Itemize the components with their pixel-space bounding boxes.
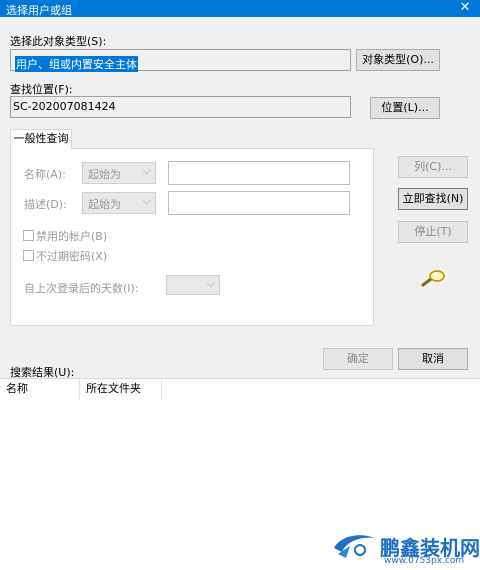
disabled-accounts-checkbox[interactable]	[23, 230, 34, 241]
object-type-label: 选择此对象类型(S):	[10, 35, 107, 48]
object-type-value: 用户、组或内置安全主体	[15, 56, 138, 72]
days-since-logon-combo[interactable]: ⌵	[166, 275, 220, 295]
locations-button[interactable]: 位置(L)...	[370, 97, 440, 119]
general-query-panel: 名称(A): 起始为 ⌵ 描述(D): 起始为 ⌵ 禁用的帐户(B) 不过期密码…	[10, 148, 374, 326]
chevron-down-icon: ⌵	[206, 277, 215, 290]
find-now-button[interactable]: 立即查找(N)	[398, 188, 468, 210]
chevron-down-icon: ⌵	[142, 194, 151, 207]
watermark-logo	[330, 528, 378, 565]
non-expiring-password-label: 不过期密码(X)	[36, 250, 108, 263]
name-match-value: 起始为	[88, 168, 121, 181]
description-match-combo[interactable]: 起始为 ⌵	[82, 192, 156, 214]
title-bar: 选择用户或组 ✕	[0, 0, 480, 17]
window-title: 选择用户或组	[6, 4, 72, 17]
watermark-url: www.0753px.com	[384, 556, 465, 566]
description-match-value: 起始为	[88, 198, 121, 211]
name-match-combo[interactable]: 起始为 ⌵	[82, 162, 156, 184]
disabled-accounts-label: 禁用的帐户(B)	[36, 230, 108, 243]
object-type-field: 用户、组或内置安全主体	[10, 49, 351, 72]
name-input[interactable]	[168, 161, 350, 185]
column-header-folder[interactable]: 所在文件夹	[80, 379, 162, 401]
chevron-down-icon: ⌵	[142, 164, 151, 177]
search-icon	[421, 270, 445, 287]
non-expiring-password-checkbox[interactable]	[23, 250, 34, 261]
columns-button[interactable]: 列(C)...	[398, 156, 468, 178]
days-since-logon-label: 自上次登录后的天数(I):	[24, 282, 139, 295]
ok-button[interactable]: 确定	[323, 348, 393, 370]
column-header-name[interactable]: 名称	[0, 379, 80, 401]
tab-general-query[interactable]: 一般性查询	[10, 129, 72, 149]
object-types-button[interactable]: 对象类型(O)...	[356, 49, 440, 71]
close-icon[interactable]: ✕	[450, 0, 480, 17]
description-label: 描述(D):	[24, 198, 67, 211]
description-input[interactable]	[168, 191, 350, 215]
name-label: 名称(A):	[24, 168, 66, 181]
location-value: SC-202007081424	[13, 100, 116, 113]
location-label: 查找位置(F):	[10, 83, 73, 96]
cancel-button[interactable]: 取消	[398, 348, 468, 370]
stop-button[interactable]: 停止(T)	[398, 221, 468, 243]
location-field: SC-202007081424	[10, 96, 351, 118]
